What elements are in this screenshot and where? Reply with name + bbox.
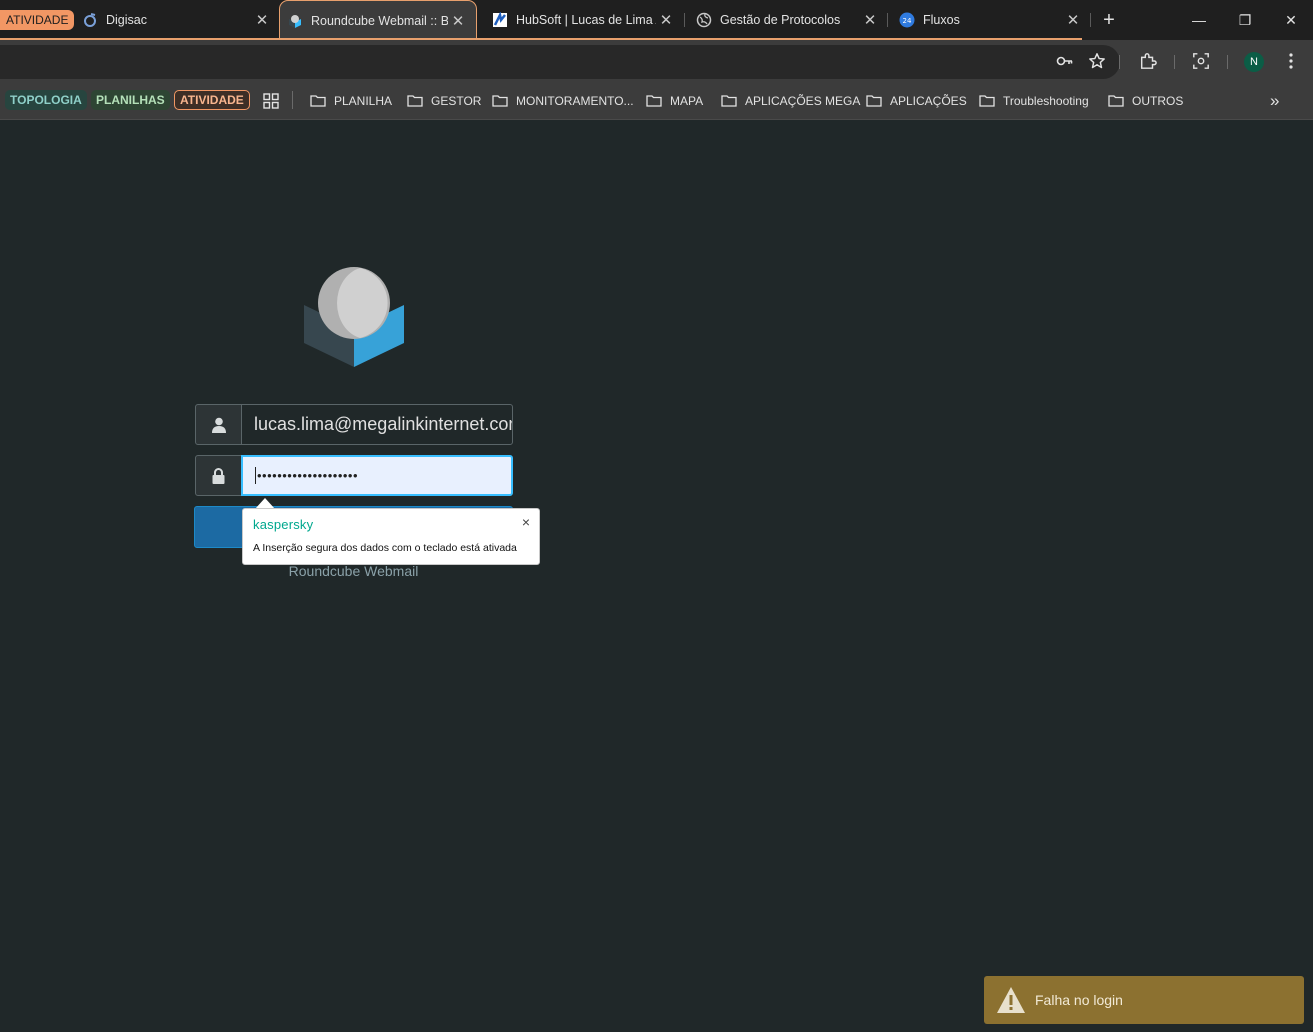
bookmark-chip-atividade[interactable]: ATIVIDADE: [174, 90, 250, 110]
tab-close-icon[interactable]: ✕: [1063, 10, 1083, 30]
close-window-button[interactable]: ✕: [1268, 0, 1313, 40]
kaspersky-message: A Inserção segura dos dados com o teclad…: [253, 542, 517, 554]
tab-close-icon[interactable]: ✕: [448, 11, 468, 31]
tab-roundcube[interactable]: Roundcube Webmail :: Bem-vindo ✕: [279, 0, 477, 40]
folder-icon: [310, 95, 326, 107]
tab-title: Roundcube Webmail :: Bem-vindo: [311, 13, 448, 28]
roundcube-favicon-icon: [287, 13, 303, 29]
tab-title: Digisac: [106, 13, 147, 27]
tab-separator: [887, 13, 888, 27]
tab-fluxos[interactable]: 24 Fluxos ✕: [895, 0, 1085, 40]
bookmarks-separator: [292, 91, 293, 109]
tab-separator: [1090, 13, 1091, 27]
lock-icon: [195, 455, 242, 496]
bookmarks-overflow-button[interactable]: »: [1270, 91, 1279, 111]
svg-text:24: 24: [903, 17, 912, 25]
bookmark-folder-outros[interactable]: OUTROS: [1108, 91, 1183, 111]
tab-close-icon[interactable]: ✕: [656, 10, 676, 30]
password-row: ••••••••••••••••••••: [195, 455, 513, 496]
kebab-menu-icon[interactable]: [1281, 51, 1301, 71]
bookmarks-bar: TOPOLOGIA PLANILHAS ATIVIDADE PLANILHA G…: [0, 82, 1313, 120]
toast-message: Falha no login: [1035, 992, 1123, 1008]
bookmark-chip-topologia[interactable]: TOPOLOGIA: [5, 90, 87, 110]
username-input[interactable]: lucas.lima@megalinkinternet.com.br: [241, 404, 513, 445]
tab-close-icon[interactable]: ✕: [860, 10, 880, 30]
toolbar-separator: [1119, 55, 1120, 69]
screenshot-lens-icon[interactable]: [1191, 51, 1211, 71]
minimize-button[interactable]: —: [1176, 0, 1222, 40]
footer-product-name: Roundcube Webmail: [288, 563, 419, 579]
browser-toolbar: N: [0, 40, 1313, 82]
bookmark-folder-aplicacoes[interactable]: APLICAÇÕES: [866, 91, 967, 111]
restore-button[interactable]: ❐: [1222, 0, 1268, 40]
hubsoft-favicon-icon: [492, 12, 508, 28]
folder-icon: [407, 95, 423, 107]
new-tab-button[interactable]: +: [1097, 8, 1121, 32]
tab-group-label[interactable]: ATIVIDADE: [0, 10, 75, 30]
tab-title: Fluxos: [923, 13, 960, 27]
bookmark-folder-gestor[interactable]: GESTOR: [407, 91, 481, 111]
bookmark-folder-monitoramento[interactable]: MONITORAMENTO...: [492, 91, 634, 111]
bookmark-star-icon[interactable]: [1087, 51, 1107, 71]
address-bar[interactable]: [0, 45, 1120, 79]
password-mask: ••••••••••••••••••••: [257, 468, 359, 483]
tab-close-icon[interactable]: ✕: [252, 10, 272, 30]
bookmark-label: MONITORAMENTO...: [516, 94, 634, 108]
kaspersky-logo: kaspersky: [253, 517, 314, 532]
roundcube-logo: [304, 267, 404, 367]
tab-title: Gestão de Protocolos: [720, 13, 841, 27]
bookmark-label: PLANILHA: [334, 94, 393, 108]
close-icon[interactable]: ×: [522, 514, 530, 530]
folder-icon: [1108, 95, 1124, 107]
folder-icon: [492, 95, 508, 107]
warning-icon: [997, 987, 1025, 1013]
toolbar-separator: [1174, 55, 1175, 69]
bookmark-label: Troubleshooting: [1003, 94, 1089, 108]
bookmark-label: MAPA: [670, 94, 704, 108]
bookmark-label: GESTOR: [431, 94, 482, 108]
tab-digisac[interactable]: Digisac ✕: [78, 0, 274, 40]
tab-strip: ATIVIDADE Digisac ✕ Roundcube Webmail ::…: [0, 0, 1313, 40]
password-input[interactable]: ••••••••••••••••••••: [241, 455, 513, 496]
bookmark-chip-planilhas[interactable]: PLANILHAS: [91, 90, 170, 110]
kaspersky-tooltip: kaspersky × A Inserção segura dos dados …: [242, 508, 540, 565]
folder-icon: [979, 95, 995, 107]
globe-icon: [696, 12, 712, 28]
tab-gestao-protocolos[interactable]: Gestão de Protocolos ✕: [692, 0, 882, 40]
digisac-favicon-icon: [82, 12, 98, 28]
login-error-toast[interactable]: Falha no login: [984, 976, 1304, 1024]
bookmark-label: APLICAÇÕES MEGA: [745, 94, 861, 108]
username-row: lucas.lima@megalinkinternet.com.br: [195, 404, 513, 445]
folder-icon: [866, 95, 882, 107]
tab-separator: [684, 13, 685, 27]
bookmark-folder-mapa[interactable]: MAPA: [646, 91, 703, 111]
user-icon: [195, 404, 242, 445]
folder-icon: [646, 95, 662, 107]
text-caret: [255, 467, 256, 484]
bitrix24-favicon-icon: 24: [899, 12, 915, 28]
bookmark-folder-troubleshooting[interactable]: Troubleshooting: [979, 91, 1089, 111]
apps-grid-icon[interactable]: [261, 91, 281, 111]
profile-avatar[interactable]: N: [1244, 52, 1264, 72]
tab-hubsoft[interactable]: HubSoft | Lucas de Lima Alves ✕: [488, 0, 678, 40]
extensions-puzzle-icon[interactable]: [1138, 51, 1158, 71]
password-key-icon[interactable]: [1055, 51, 1075, 71]
bookmark-label: APLICAÇÕES: [890, 94, 967, 108]
folder-icon: [721, 95, 737, 107]
tab-title: HubSoft | Lucas de Lima Alves: [516, 13, 656, 27]
bookmark-label: OUTROS: [1132, 94, 1184, 108]
bookmark-folder-planilha[interactable]: PLANILHA: [310, 91, 392, 111]
toolbar-separator: [1227, 55, 1228, 69]
bookmark-folder-aplicacoes-mega[interactable]: APLICAÇÕES MEGA: [721, 91, 860, 111]
